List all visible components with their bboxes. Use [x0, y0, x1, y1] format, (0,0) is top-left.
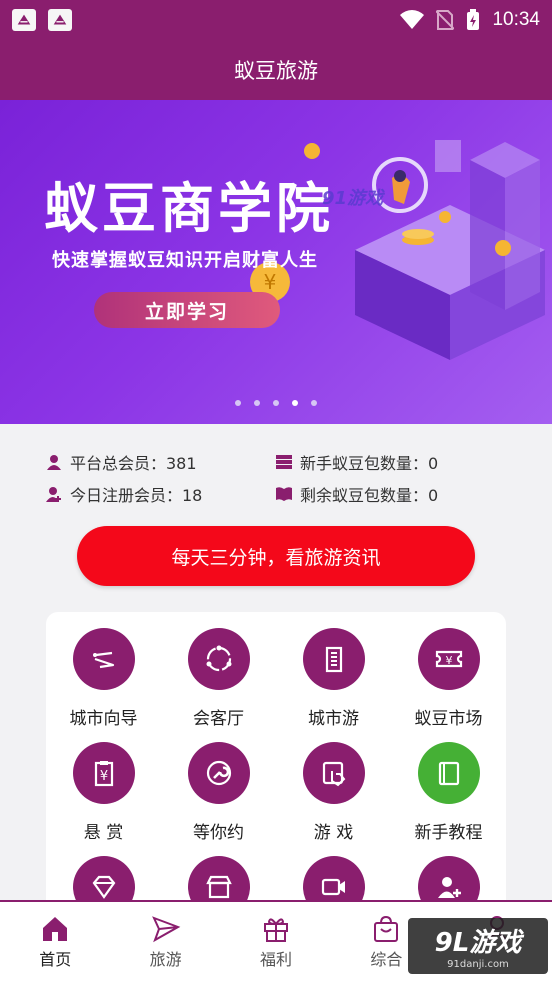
- stack-icon: [276, 455, 292, 469]
- stat-remaining-pack-count: 剩余蚁豆包数量：0: [276, 482, 438, 506]
- user-icon: [47, 455, 61, 470]
- gift-icon: [263, 918, 288, 942]
- page-title: 蚁豆旅游: [234, 59, 318, 83]
- stat-new-pack-count: 新手蚁豆包数量：0: [276, 450, 438, 474]
- touch-screen-icon: [322, 761, 345, 787]
- carousel-dot[interactable]: [254, 400, 260, 406]
- svg-text:¥: ¥: [445, 654, 452, 667]
- status-bar: 10:34: [0, 0, 552, 40]
- promo-banner[interactable]: ¥ 蚁豆商学院 快速掌握蚁豆知识开启财富人生 立即学习 91游戏: [0, 100, 552, 424]
- nav-welfare[interactable]: 福利: [221, 902, 331, 981]
- clock: 10:34: [492, 9, 540, 30]
- carousel-dot[interactable]: [273, 400, 279, 406]
- app-bar: 蚁豆旅游: [0, 40, 552, 100]
- grid-item-city-guide[interactable]: 城市向导: [46, 628, 161, 729]
- svg-text:¥: ¥: [264, 270, 277, 294]
- app-notification-icon: [48, 9, 72, 31]
- banner-title: 蚁豆商学院: [44, 177, 334, 240]
- add-user-icon: [46, 487, 61, 502]
- add-user-icon: [437, 877, 461, 898]
- gem-icon: [92, 875, 115, 899]
- nav-travel[interactable]: 旅游: [110, 902, 220, 981]
- clipboard-yen-icon: ¥: [94, 761, 113, 787]
- ticket-yen-icon: ¥: [435, 650, 462, 668]
- nav-home[interactable]: 首页: [0, 902, 110, 981]
- home-icon: [43, 917, 68, 941]
- learn-now-button[interactable]: 立即学习: [94, 292, 280, 328]
- building-icon: [325, 646, 342, 673]
- paper-plane-icon: [151, 916, 180, 943]
- site-watermark: 9L游戏 91danji.com: [408, 918, 548, 974]
- no-sim-icon: [436, 10, 455, 30]
- stat-today-registered: 今日注册会员：18: [46, 482, 202, 506]
- video-camera-icon: [321, 878, 345, 896]
- shop-icon: [205, 875, 232, 899]
- feature-grid: 城市向导 会客厅 城市游 ¥ 蚁豆市场 ¥ 悬 赏 等你约 游 戏 新手教程: [46, 612, 506, 912]
- open-book-icon: [276, 487, 292, 501]
- carousel-dot[interactable]: [235, 400, 241, 406]
- wifi-icon: [400, 10, 425, 29]
- wrench-icon: [206, 760, 231, 786]
- route-icon: [92, 651, 114, 669]
- grid-item-games[interactable]: 游 戏: [276, 742, 391, 843]
- app-notification-icon: [12, 9, 36, 31]
- grid-item-waiting-date[interactable]: 等你约: [161, 742, 276, 843]
- grid-item-city-tour[interactable]: 城市游: [276, 628, 391, 729]
- carousel-dot-active[interactable]: [292, 400, 298, 406]
- grid-item-lounge[interactable]: 会客厅: [161, 628, 276, 729]
- grid-item-tutorial[interactable]: 新手教程: [391, 742, 506, 843]
- carousel-dot[interactable]: [311, 400, 317, 406]
- stat-total-members: 平台总会员：381: [46, 450, 197, 474]
- banner-subtitle: 快速掌握蚁豆知识开启财富人生: [52, 250, 318, 271]
- grid-item-ant-market[interactable]: ¥ 蚁豆市场: [391, 628, 506, 729]
- book-icon: [438, 761, 459, 786]
- banner-overlay-text: 91游戏: [322, 188, 384, 209]
- grid-item-reward[interactable]: ¥ 悬 赏: [46, 742, 161, 843]
- bag-icon: [374, 915, 399, 942]
- circle-dots-icon: [206, 645, 231, 672]
- travel-news-button[interactable]: 每天三分钟，看旅游资讯: [77, 526, 475, 586]
- svg-text:¥: ¥: [99, 769, 107, 784]
- battery-charging-icon: [467, 9, 480, 30]
- carousel-indicator: [0, 400, 552, 406]
